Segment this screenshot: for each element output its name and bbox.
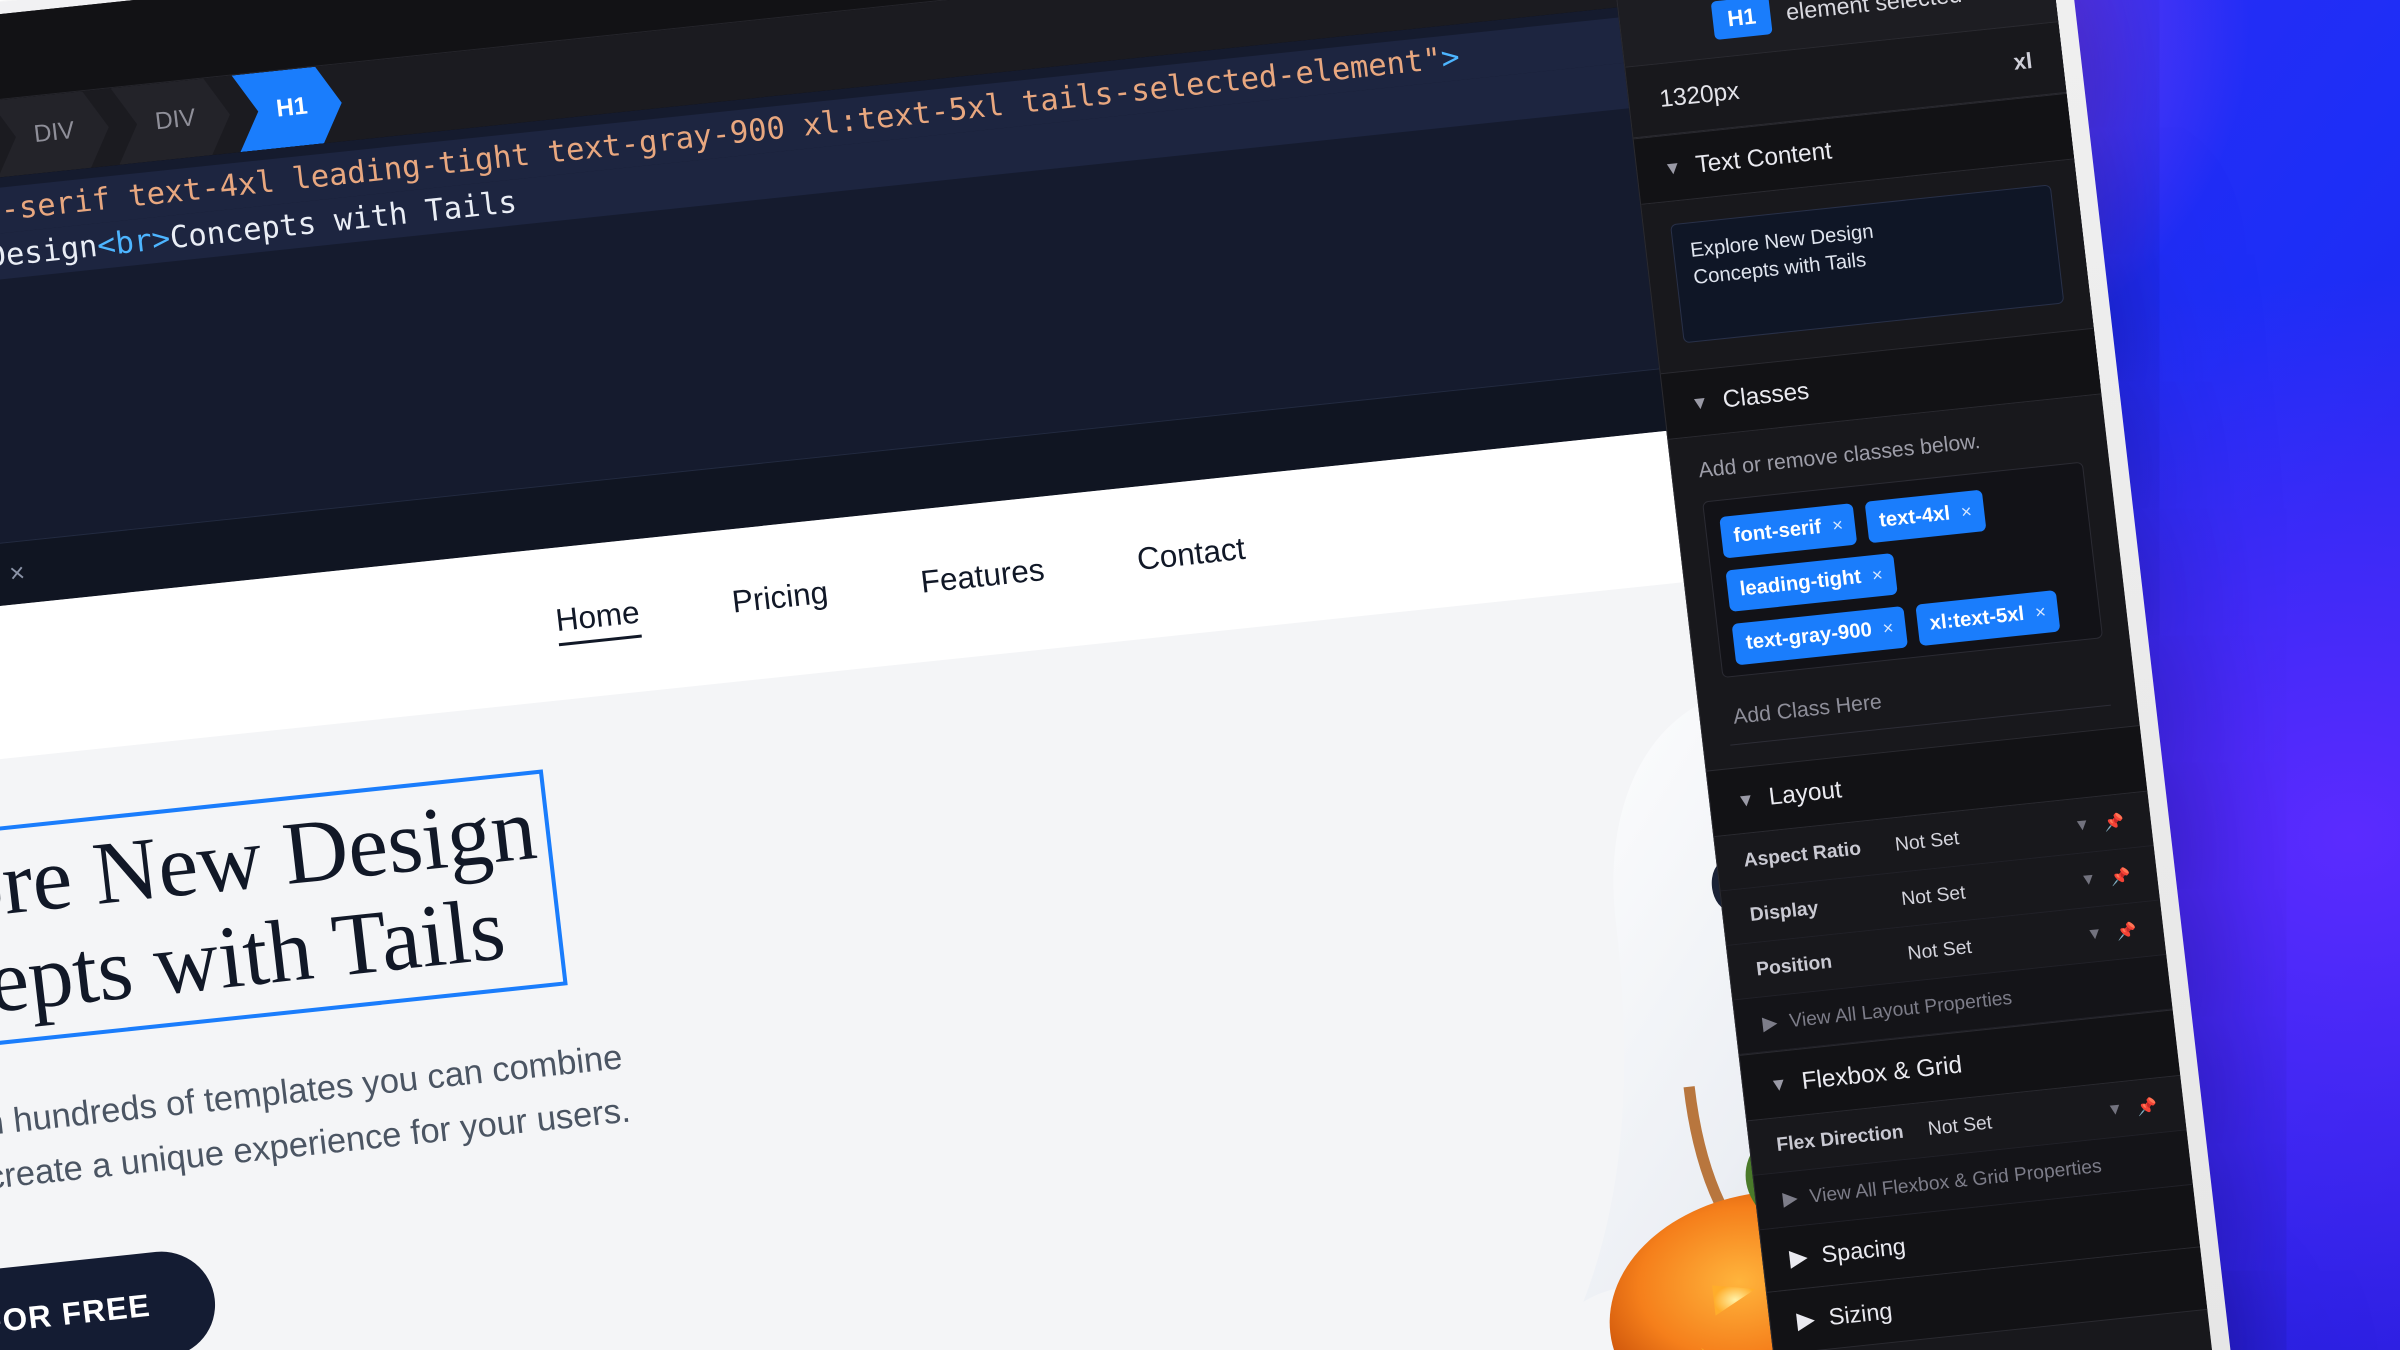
chevron-down-icon: ▼ <box>1689 391 1710 414</box>
pin-icon[interactable]: 📌 <box>2136 1095 2158 1117</box>
pin-icon[interactable]: 📌 <box>2116 920 2138 942</box>
close-icon[interactable]: × <box>1871 564 1884 586</box>
class-chip-label: text-gray-900 <box>1744 618 1874 655</box>
pin-icon[interactable]: 📌 <box>2103 811 2125 833</box>
property-name: Display <box>1748 897 1820 926</box>
close-icon[interactable]: × <box>2034 601 2047 623</box>
site-nav-item-home[interactable]: Home <box>553 593 643 646</box>
class-chip[interactable]: leading-tight × <box>1725 553 1898 612</box>
chevron-down-icon: ▼ <box>1768 1072 1789 1095</box>
hero-paragraph: Choose from hundreds of templates you ca… <box>0 1037 633 1215</box>
property-value: Not Set <box>1926 1111 1994 1140</box>
section-title: Spacing <box>1820 1232 1908 1268</box>
property-name: Flex Direction <box>1775 1120 1905 1156</box>
laptop-device: Builder - Ta ✕ + devdojo.com/tails/app <box>0 0 2236 1350</box>
chevron-down-icon[interactable]: ▼ <box>2086 924 2104 944</box>
site-nav-item-features[interactable]: Features <box>919 551 1048 607</box>
class-chip[interactable]: text-gray-900 × <box>1731 606 1909 666</box>
close-icon[interactable]: × <box>1882 617 1895 639</box>
chevron-down-icon[interactable]: ▼ <box>2073 816 2091 836</box>
close-icon[interactable]: × <box>1960 501 1973 523</box>
chevron-down-icon: ▼ <box>1662 156 1683 179</box>
code-token-tag-close: > <box>1439 39 1462 77</box>
breadcrumb-item-selected[interactable]: H1 <box>232 64 347 152</box>
section-title: Text Content <box>1694 137 1834 179</box>
chevron-right-icon: ▶ <box>1761 1012 1779 1035</box>
code-token-br: <br> <box>95 220 173 264</box>
breadcrumb-item[interactable]: DIV <box>0 89 113 178</box>
editor-close-icon[interactable]: × <box>8 557 27 590</box>
property-value: Not Set <box>1906 936 1973 965</box>
join-for-free-button[interactable]: JOIN FOR FREE <box>0 1246 222 1350</box>
class-chip-label: text-4xl <box>1877 502 1952 532</box>
viewport-breakpoint-label: xl <box>2012 47 2034 75</box>
close-icon[interactable]: × <box>1831 514 1844 536</box>
chevron-right-icon: ▶ <box>1781 1187 1799 1211</box>
breadcrumb-item[interactable]: DIV <box>110 76 234 165</box>
chevron-down-icon[interactable]: ▼ <box>2106 1100 2124 1120</box>
section-title: Layout <box>1767 775 1844 811</box>
text-content-input[interactable] <box>1670 184 2065 344</box>
property-name: Aspect Ratio <box>1742 837 1863 872</box>
class-chip[interactable]: xl:text-5xl × <box>1915 589 2061 647</box>
section-title: Classes <box>1721 377 1811 414</box>
chevron-down-icon[interactable]: ▼ <box>2079 870 2097 890</box>
view-all-label: View All Layout Properties <box>1788 987 2014 1032</box>
perspective-stage: Builder - Ta ✕ + devdojo.com/tails/app <box>0 0 2400 1350</box>
selected-element-label: element selected <box>1784 0 1964 26</box>
chevron-right-icon: ▶ <box>1795 1305 1817 1334</box>
site-nav-item-contact[interactable]: Contact <box>1135 530 1248 585</box>
class-chip-list: font-serif × text-4xl × leading-tight × tex… <box>1702 461 2104 679</box>
status-badge: H1 <box>1711 0 1773 40</box>
classes-body: Add or remove classes below. font-serif ×… <box>1668 394 2140 771</box>
viewport-width-value: 1320px <box>1658 76 1741 113</box>
pin-icon[interactable]: 📌 <box>2109 865 2132 887</box>
class-chip-label: leading-tight <box>1738 565 1863 601</box>
chevron-right-icon: ▶ <box>1788 1242 1809 1271</box>
property-value: Not Set <box>1893 827 1961 856</box>
section-title: Sizing <box>1827 1297 1894 1331</box>
chevron-down-icon: ▼ <box>1735 788 1756 811</box>
section-title: Flexbox & Grid <box>1800 1051 1964 1096</box>
class-chip[interactable]: text-4xl × <box>1864 489 1987 544</box>
site-nav-item-pricing[interactable]: Pricing <box>730 574 831 627</box>
hero-heading-selected[interactable]: Explore New Design Concepts with Tails <box>0 768 568 1068</box>
property-value: Not Set <box>1900 881 1967 910</box>
property-name: Position <box>1755 950 1834 981</box>
chrome-browser-window: Builder - Ta ✕ + devdojo.com/tails/app <box>0 0 2215 1350</box>
class-chip-label: xl:text-5xl <box>1928 602 2026 635</box>
class-chip-label: font-serif <box>1732 515 1823 548</box>
class-chip[interactable]: font-serif × <box>1719 503 1858 559</box>
